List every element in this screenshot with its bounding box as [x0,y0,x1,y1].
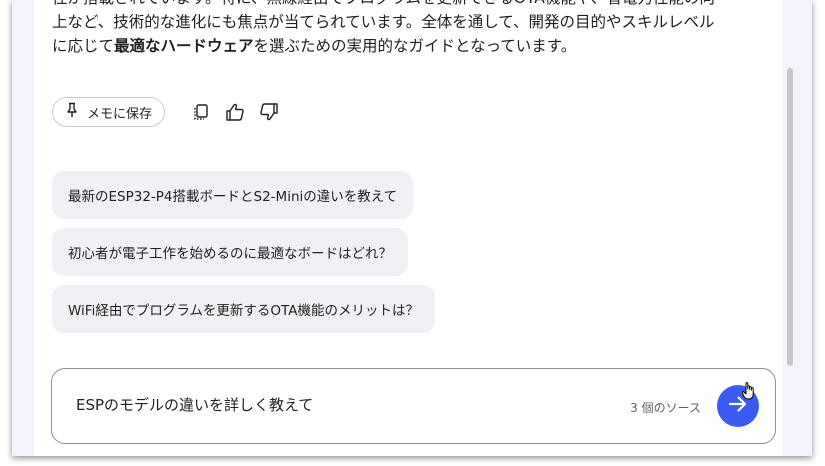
source-count: 3 個のソース [630,401,701,415]
suggestion-chip[interactable]: 初心者が電子工作を始めるのに最適なボードはどれ？ [52,228,408,276]
response-emphasis: 最適なハードウェア [114,37,254,55]
response-line-3-pre: に応じて [52,37,115,55]
response-actions: メモに保存 [52,97,283,127]
thumbs-down-icon [259,103,279,121]
copy-icon [192,103,210,121]
pin-icon [65,102,79,122]
app-frame: 性が搭載されています。特に、無線経由でプログラムを更新できるOTA機能や、省電力… [12,0,812,456]
response-line-2: 上など、技術的な進化にも焦点が当てられています。全体を通して、開発の目的やスキル… [52,13,715,31]
save-to-note-label: メモに保存 [87,106,153,122]
save-to-note-button[interactable]: メモに保存 [52,97,166,127]
thumbs-down-button[interactable] [255,98,283,126]
chat-panel: 性が搭載されています。特に、無線経由でプログラムを更新できるOTA機能や、省電力… [34,0,800,456]
scrollbar[interactable] [783,0,800,456]
suggestion-chip[interactable]: WiFi経由でプログラムを更新するOTA機能のメリットは？ [52,285,435,333]
response-line-3: に応じて最適なハードウェアを選ぶための実用的なガイドとなっています。 [52,34,772,58]
suggestion-chip[interactable]: 最新のESP32-P4搭載ボードとS2-Miniの違いを教えて [52,171,414,219]
scrollbar-thumb[interactable] [787,68,793,366]
chat-composer: ESPのモデルの違いを詳しく教えて 3 個のソース [51,368,776,444]
thumbs-up-icon [225,103,245,121]
response-line-1: 性が搭載されています。特に、無線経由でプログラムを更新できるOTA機能や、省電力… [52,0,772,10]
response-line-3-post: を選ぶための実用的なガイドとなっています。 [253,37,577,55]
thumbs-up-button[interactable] [221,98,249,126]
chat-input[interactable]: ESPのモデルの違いを詳しく教えて [76,394,313,415]
copy-button[interactable] [187,98,215,126]
response-text: 性が搭載されています。特に、無線経由でプログラムを更新できるOTA機能や、省電力… [52,0,772,58]
hand-cursor-icon [741,381,757,405]
